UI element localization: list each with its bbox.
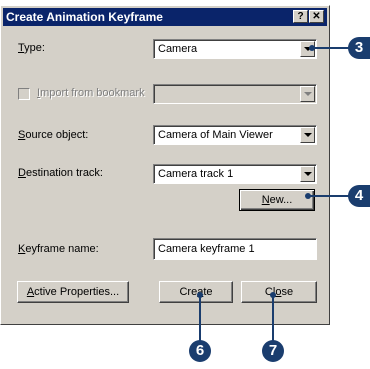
callout-7-line bbox=[272, 295, 274, 341]
destination-select[interactable]: Camera track 1 bbox=[153, 164, 317, 184]
source-value: Camera of Main Viewer bbox=[158, 129, 273, 141]
keyframe-name-input[interactable]: Camera keyframe 1 bbox=[153, 238, 317, 260]
create-button[interactable]: Create bbox=[159, 281, 233, 303]
callout-3-line bbox=[312, 47, 350, 49]
create-animation-keyframe-dialog: Create Animation Keyframe ? ✕ Type: Came… bbox=[0, 5, 330, 325]
callout-3-badge: 3 bbox=[348, 37, 370, 59]
help-button[interactable]: ? bbox=[293, 10, 308, 23]
bookmark-select[interactable] bbox=[153, 84, 317, 104]
destination-value: Camera track 1 bbox=[158, 168, 234, 180]
import-label: Import from bookmark bbox=[37, 87, 145, 99]
active-properties-button[interactable]: Active Properties... bbox=[17, 281, 129, 303]
callout-6-line bbox=[199, 295, 201, 341]
destination-label: Destination track: bbox=[18, 167, 103, 179]
close-button[interactable]: Close bbox=[241, 281, 317, 303]
type-label: Type: bbox=[18, 42, 45, 54]
callout-4-badge: 4 bbox=[348, 185, 370, 207]
chevron-down-icon[interactable] bbox=[300, 127, 315, 143]
keyframe-label: Keyframe name: bbox=[18, 243, 99, 255]
callout-7-badge: 7 bbox=[262, 340, 284, 362]
chevron-down-icon[interactable] bbox=[300, 86, 315, 102]
source-select[interactable]: Camera of Main Viewer bbox=[153, 125, 317, 145]
dialog-title: Create Animation Keyframe bbox=[6, 10, 163, 24]
import-checkbox[interactable] bbox=[18, 88, 30, 100]
new-track-button[interactable]: New... bbox=[239, 189, 315, 211]
close-icon[interactable]: ✕ bbox=[309, 10, 324, 23]
keyframe-name-value: Camera keyframe 1 bbox=[158, 243, 255, 255]
callout-4-line bbox=[308, 195, 350, 197]
type-value: Camera bbox=[158, 43, 198, 55]
title-bar: Create Animation Keyframe ? ✕ bbox=[3, 8, 327, 26]
chevron-down-icon[interactable] bbox=[300, 166, 315, 182]
callout-6-badge: 6 bbox=[189, 340, 211, 362]
type-select[interactable]: Camera bbox=[153, 39, 317, 59]
source-label: Source object: bbox=[18, 129, 89, 141]
